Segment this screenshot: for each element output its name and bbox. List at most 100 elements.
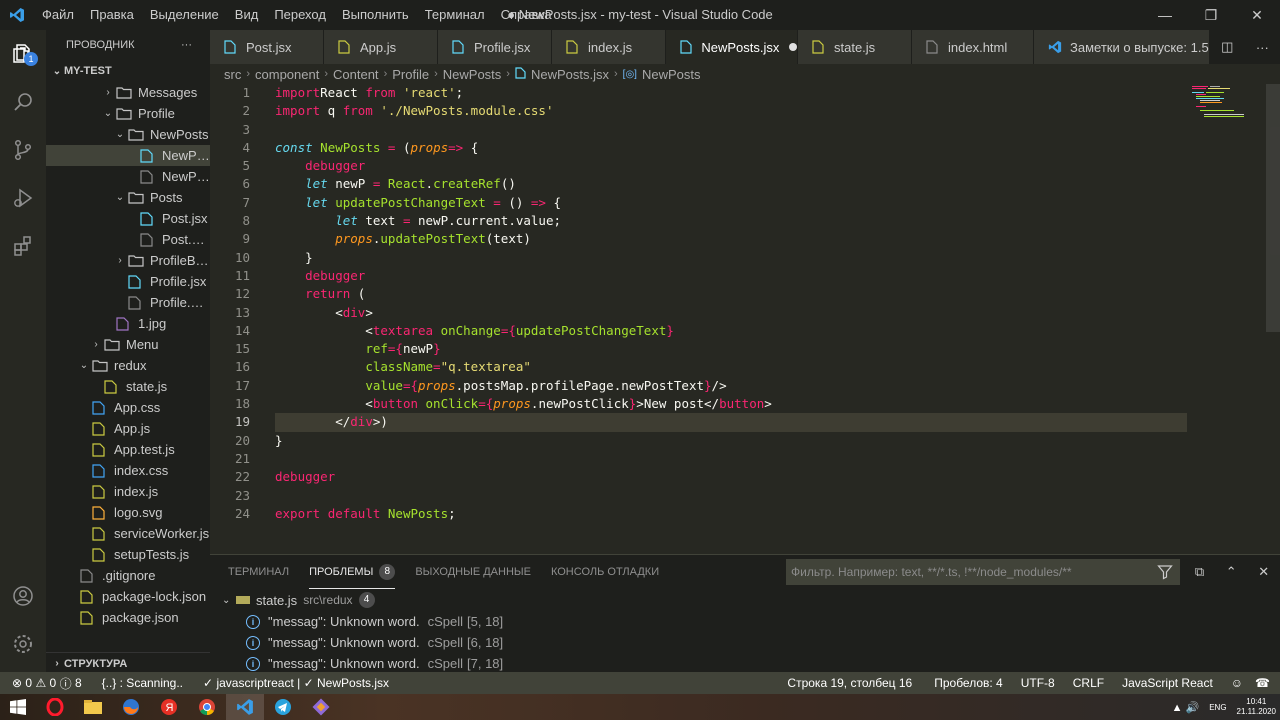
- tab-newposts-jsx[interactable]: NewPosts.jsx: [666, 30, 798, 64]
- code-line[interactable]: <div>: [275, 304, 1195, 322]
- file-item[interactable]: logo.svg: [46, 502, 210, 523]
- code-line[interactable]: importReact from 'react';: [275, 84, 1195, 102]
- problem-item[interactable]: i "messag": Unknown word. cSpell [5, 18]: [210, 611, 1280, 632]
- problem-file[interactable]: ⌄ state.js src\redux 4: [210, 589, 1280, 611]
- workspace-section[interactable]: ⌄ MY-TEST: [46, 60, 210, 82]
- code-line[interactable]: }: [275, 249, 1195, 267]
- chrome-icon[interactable]: [188, 694, 226, 720]
- menu-item-4[interactable]: Переход: [266, 0, 334, 30]
- minimap[interactable]: [1192, 84, 1252, 124]
- source-control-icon[interactable]: [0, 126, 46, 174]
- code-line[interactable]: let updatePostChangeText = () => {: [275, 194, 1195, 212]
- tab-profile-jsx[interactable]: Profile.jsx: [438, 30, 552, 64]
- code-line[interactable]: [275, 121, 1195, 139]
- tab-index-html[interactable]: index.html: [912, 30, 1034, 64]
- code-line[interactable]: className="q.textarea": [275, 358, 1195, 376]
- maximize-panel-icon[interactable]: ⌃: [1226, 564, 1237, 580]
- app-icon[interactable]: [302, 694, 340, 720]
- code-line[interactable]: <textarea onChange={updatePostChangeText…: [275, 322, 1195, 340]
- notifications-bell-icon[interactable]: ☎: [1249, 672, 1276, 694]
- scrollbar-thumb[interactable]: [1266, 84, 1280, 332]
- file-item[interactable]: serviceWorker.js: [46, 523, 210, 544]
- explorer-icon[interactable]: 1: [0, 30, 46, 78]
- panel-tab-1[interactable]: ПРОБЛЕМЫ 8: [309, 555, 396, 589]
- more-actions-button[interactable]: ···: [181, 39, 192, 51]
- file-item[interactable]: Post.jsx: [46, 208, 210, 229]
- file-explorer-icon[interactable]: [74, 694, 112, 720]
- menu-item-2[interactable]: Выделение: [142, 0, 227, 30]
- yandex-browser-icon[interactable]: Я: [150, 694, 188, 720]
- code-line[interactable]: debugger: [275, 468, 1195, 486]
- file-item[interactable]: index.js: [46, 481, 210, 502]
- filter-icon[interactable]: [1157, 564, 1173, 583]
- code-line[interactable]: let text = newP.current.value;: [275, 212, 1195, 230]
- code-line[interactable]: }: [275, 432, 1195, 450]
- breadcrumb-item[interactable]: Profile: [392, 67, 429, 82]
- menu-item-1[interactable]: Правка: [82, 0, 142, 30]
- vscode-taskbar-icon[interactable]: [226, 694, 264, 720]
- filter-input[interactable]: [791, 565, 1131, 579]
- file-item[interactable]: package.json: [46, 607, 210, 628]
- panel-tab-0[interactable]: ТЕРМИНАЛ: [228, 555, 289, 589]
- tab-state-js[interactable]: state.js: [798, 30, 912, 64]
- run-debug-icon[interactable]: [0, 174, 46, 222]
- code-editor[interactable]: 1 2 3 4 5 6 7 8 9 10 11 12 13 14 15 16 17 18 19 20 21 22 23 24 …: [210, 84, 1280, 554]
- menu-item-5[interactable]: Выполнить: [334, 0, 417, 30]
- more-icon[interactable]: ···: [1256, 40, 1269, 55]
- file-item[interactable]: NewPosts.jsx: [46, 145, 210, 166]
- file-item[interactable]: setupTests.js: [46, 544, 210, 565]
- folder-item[interactable]: › Menu: [46, 334, 210, 355]
- extensions-icon[interactable]: [0, 222, 46, 270]
- menu-item-6[interactable]: Терминал: [417, 0, 493, 30]
- minimize-button[interactable]: —: [1142, 0, 1188, 30]
- tray-icons[interactable]: ▲ 🔊: [1172, 701, 1200, 714]
- tab-app-js[interactable]: App.js: [324, 30, 438, 64]
- file-item[interactable]: Post.modu...: [46, 229, 210, 250]
- indentation[interactable]: Пробелов: 4: [928, 672, 1009, 694]
- code-line[interactable]: const NewPosts = (props=> {: [275, 139, 1195, 157]
- close-window-button[interactable]: ✕: [1234, 0, 1280, 30]
- file-item[interactable]: NewPosts....: [46, 166, 210, 187]
- file-item[interactable]: state.js: [46, 376, 210, 397]
- unsaved-dot-icon[interactable]: [789, 43, 797, 51]
- windows-start-icon[interactable]: [0, 694, 36, 720]
- breadcrumb-item[interactable]: NewPosts: [642, 67, 701, 82]
- folder-item[interactable]: › ProfileBlok: [46, 250, 210, 271]
- code-line[interactable]: return (: [275, 285, 1195, 303]
- end-of-line[interactable]: CRLF: [1067, 672, 1110, 694]
- menu-item-3[interactable]: Вид: [227, 0, 267, 30]
- file-item[interactable]: 1.jpg: [46, 313, 210, 334]
- folder-item[interactable]: ⌄ NewPosts: [46, 124, 210, 145]
- settings-gear-icon[interactable]: [0, 620, 46, 668]
- code-line[interactable]: debugger: [275, 157, 1195, 175]
- code-line[interactable]: ref={newP}: [275, 340, 1195, 358]
- breadcrumb-item[interactable]: NewPosts: [443, 67, 502, 82]
- editor-scrollbar[interactable]: [1266, 84, 1280, 554]
- file-item[interactable]: App.test.js: [46, 439, 210, 460]
- folder-item[interactable]: › Messages: [46, 82, 210, 103]
- panel-tab-2[interactable]: ВЫХОДНЫЕ ДАННЫЕ: [415, 555, 531, 589]
- folder-item[interactable]: ⌄ Profile: [46, 103, 210, 124]
- file-item[interactable]: package-lock.json: [46, 586, 210, 607]
- clock[interactable]: 10:41 21.11.2020: [1237, 697, 1276, 717]
- menu-item-0[interactable]: Файл: [34, 0, 82, 30]
- code-line[interactable]: [275, 487, 1195, 505]
- cursor-position[interactable]: Строка 19, столбец 16: [781, 672, 918, 694]
- breadcrumb-item[interactable]: NewPosts.jsx: [531, 67, 609, 82]
- problem-item[interactable]: i "messag": Unknown word. cSpell [6, 18]: [210, 632, 1280, 653]
- code-line[interactable]: let newP = React.createRef(): [275, 175, 1195, 193]
- language-check[interactable]: ✓ javascriptreact | ✓ NewPosts.jsx: [197, 672, 395, 694]
- file-item[interactable]: Profile.mod...: [46, 292, 210, 313]
- code-area[interactable]: importReact from 'react'; import q from '…: [275, 84, 1195, 523]
- firefox-icon[interactable]: [112, 694, 150, 720]
- maximize-button[interactable]: ❐: [1188, 0, 1234, 30]
- tab-заметки-о-выпуске-1-51-1[interactable]: Заметки о выпуске: 1.51.1: [1034, 30, 1210, 64]
- code-line[interactable]: import q from './NewPosts.module.css': [275, 102, 1195, 120]
- input-language[interactable]: ENG: [1209, 703, 1226, 712]
- collapse-all-icon[interactable]: ⧉: [1195, 564, 1204, 580]
- tab-post-jsx[interactable]: Post.jsx: [210, 30, 324, 64]
- breadcrumb-item[interactable]: src: [224, 67, 241, 82]
- file-item[interactable]: App.css: [46, 397, 210, 418]
- folder-item[interactable]: ⌄ Posts: [46, 187, 210, 208]
- file-item[interactable]: App.js: [46, 418, 210, 439]
